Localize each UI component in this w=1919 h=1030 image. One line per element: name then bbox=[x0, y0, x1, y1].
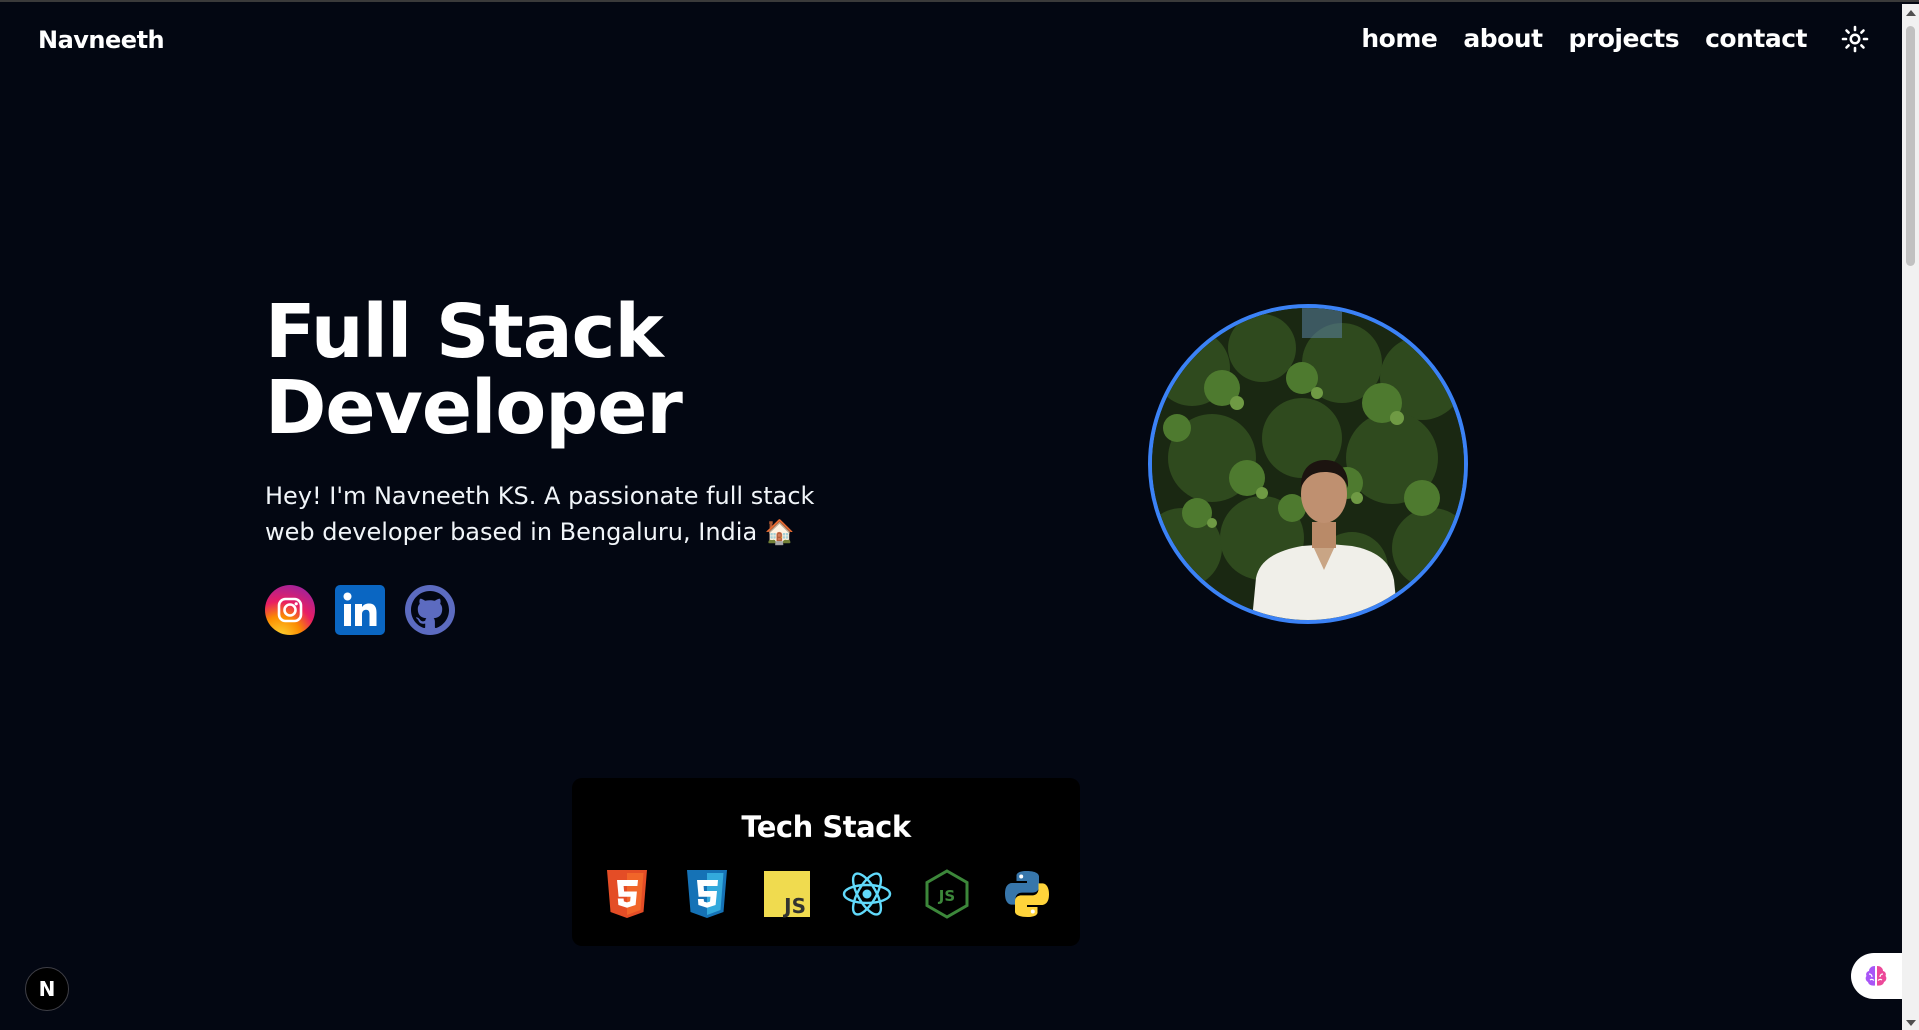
react-icon bbox=[842, 872, 892, 916]
tech-stack-icons: JS JS bbox=[602, 868, 1052, 920]
scroll-down-arrow[interactable] bbox=[1906, 1020, 1916, 1026]
main-nav: home about projects contact bbox=[1361, 24, 1807, 53]
brain-icon bbox=[1865, 966, 1887, 986]
nav-contact[interactable]: contact bbox=[1705, 24, 1807, 53]
tech-stack-title: Tech Stack bbox=[741, 810, 911, 844]
github-icon[interactable] bbox=[405, 585, 455, 635]
nav-home[interactable]: home bbox=[1361, 24, 1437, 53]
nav-about[interactable]: about bbox=[1463, 24, 1543, 53]
tech-stack-card: Tech Stack JS JS bbox=[572, 778, 1080, 946]
hero-title: Full Stack Developer bbox=[265, 289, 683, 451]
sun-icon[interactable] bbox=[1841, 25, 1869, 53]
extension-widget[interactable] bbox=[1851, 953, 1902, 999]
hero-title-line1: Full Stack bbox=[265, 289, 664, 375]
page-scrollbar[interactable] bbox=[1902, 4, 1919, 1030]
html5-icon bbox=[607, 870, 647, 918]
social-links bbox=[265, 585, 455, 635]
hero-description: Hey! I'm Navneeth KS. A passionate full … bbox=[265, 482, 815, 546]
avatar bbox=[1148, 304, 1468, 624]
nav-projects[interactable]: projects bbox=[1569, 24, 1680, 53]
python-icon bbox=[1005, 871, 1049, 917]
javascript-icon: JS bbox=[764, 871, 810, 918]
nextjs-dev-badge[interactable]: N bbox=[25, 967, 69, 1011]
scroll-up-arrow[interactable] bbox=[1906, 10, 1916, 16]
instagram-icon[interactable] bbox=[265, 585, 315, 635]
scrollbar-thumb[interactable] bbox=[1906, 26, 1915, 266]
svg-text:JS: JS bbox=[938, 887, 955, 905]
svg-text:JS: JS bbox=[782, 894, 806, 918]
brand-logo[interactable]: Navneeth bbox=[38, 26, 165, 54]
hero-title-line2: Developer bbox=[265, 365, 683, 451]
page: Navneeth home about projects contact Ful… bbox=[0, 0, 1919, 1030]
linkedin-icon[interactable] bbox=[335, 585, 385, 635]
nodejs-icon: JS bbox=[925, 869, 969, 919]
profile-photo bbox=[1152, 308, 1464, 620]
css3-icon bbox=[687, 870, 727, 918]
